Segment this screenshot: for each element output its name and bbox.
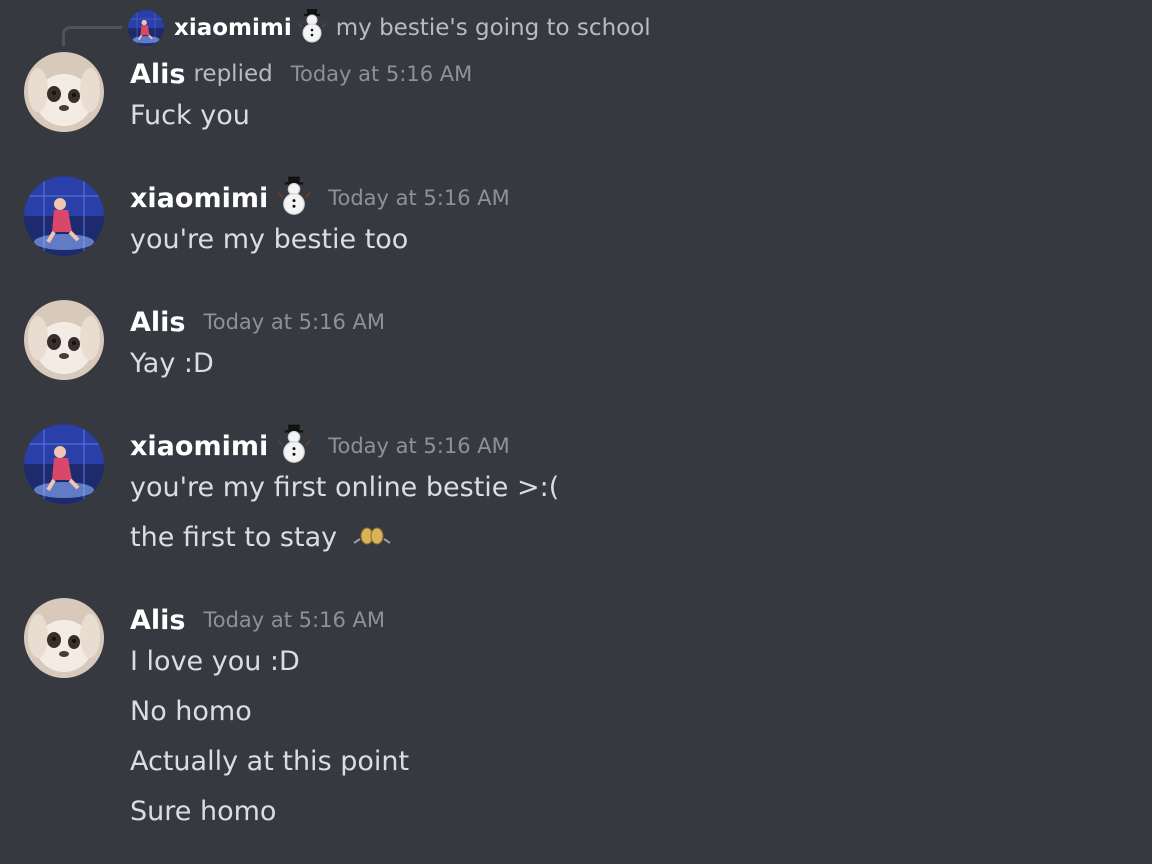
bunny-avatar[interactable] — [24, 300, 104, 380]
username[interactable]: xiaomimi — [130, 431, 268, 462]
message-header: xiaomimi Today at 5:16 AM — [130, 176, 510, 220]
chat-log: xiaomimi my bestie's going to school Ali… — [0, 0, 1152, 864]
message-text: the first to stay — [130, 522, 338, 553]
reply-connector-line — [62, 26, 122, 46]
bunny-avatar[interactable] — [24, 598, 104, 678]
snowman-icon — [277, 424, 311, 468]
message-text: Actually at this point — [130, 746, 410, 777]
message-text: No homo — [130, 696, 252, 727]
timestamp[interactable]: Today at 5:16 AM — [203, 608, 385, 632]
reply-reference[interactable]: xiaomimi my bestie's going to school — [128, 8, 651, 48]
username[interactable]: xiaomimi — [130, 183, 268, 214]
message-header: Alis Today at 5:16 AM — [130, 600, 385, 640]
timestamp[interactable]: Today at 5:16 AM — [291, 62, 473, 86]
reply-author-name[interactable]: xiaomimi — [174, 15, 292, 41]
username[interactable]: Alis — [130, 59, 185, 90]
snowman-icon — [297, 9, 327, 47]
message-header: Alis replied Today at 5:16 AM — [130, 54, 472, 94]
message-header: xiaomimi Today at 5:16 AM — [130, 424, 510, 468]
bunny-avatar[interactable] — [24, 52, 104, 132]
message-text-row: the first to stay — [130, 518, 392, 558]
message-text: Fuck you — [130, 100, 250, 131]
dancer-avatar[interactable] — [24, 424, 104, 504]
pleading-hands-icon — [352, 519, 392, 559]
message-text: you're my bestie too — [130, 224, 409, 255]
message-header: Alis Today at 5:16 AM — [130, 302, 385, 342]
snowman-icon — [277, 176, 311, 220]
timestamp[interactable]: Today at 5:16 AM — [203, 310, 385, 334]
username[interactable]: Alis — [130, 307, 185, 338]
replied-label: replied — [193, 61, 273, 87]
message-text: Yay :D — [130, 348, 214, 379]
reply-preview-text[interactable]: my bestie's going to school — [336, 15, 651, 41]
username[interactable]: Alis — [130, 605, 185, 636]
message-text: I love you :D — [130, 646, 300, 677]
message-text: you're my first online bestie >:( — [130, 472, 560, 503]
dancer-avatar[interactable] — [128, 10, 164, 46]
timestamp[interactable]: Today at 5:16 AM — [328, 186, 510, 210]
message-text: Sure homo — [130, 796, 277, 827]
dancer-avatar[interactable] — [24, 176, 104, 256]
timestamp[interactable]: Today at 5:16 AM — [328, 434, 510, 458]
